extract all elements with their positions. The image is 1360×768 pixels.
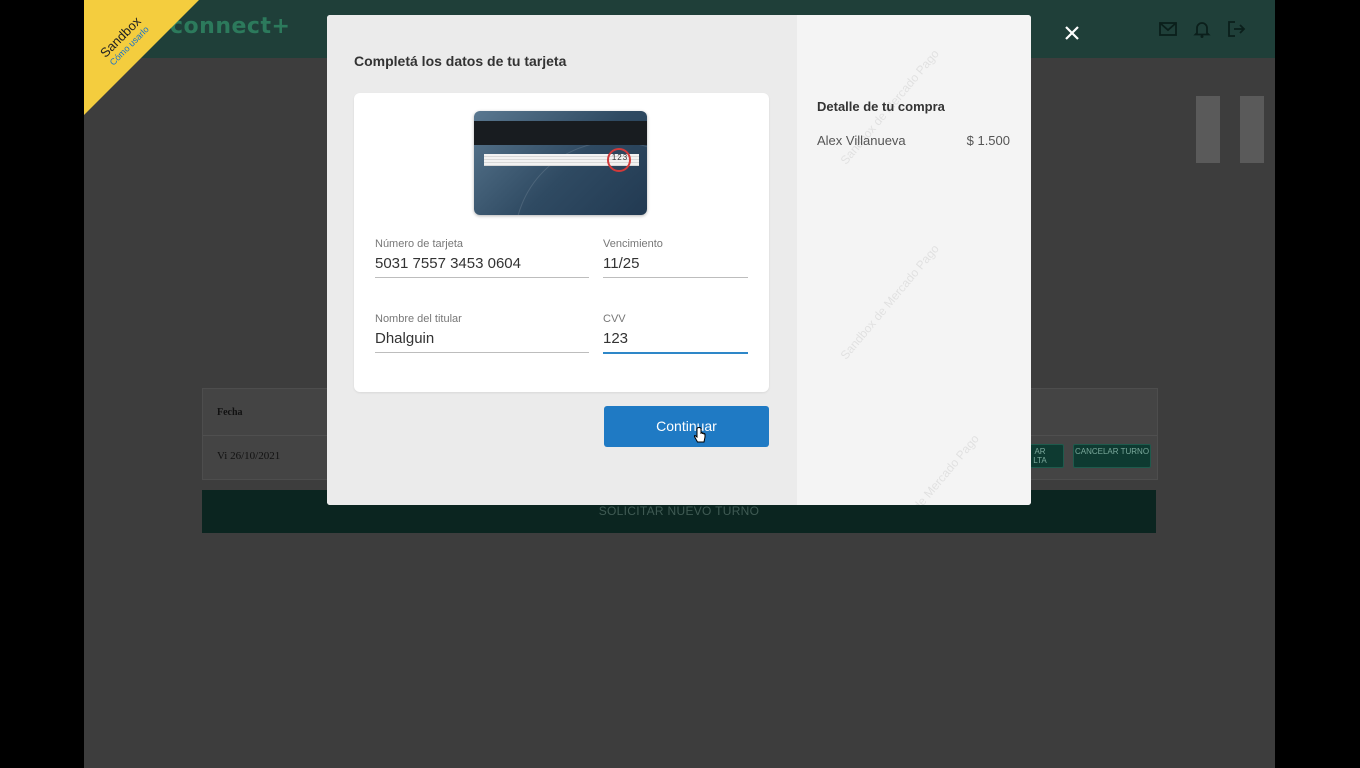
card-form: 123 Número de tarjeta 5031 7557 3453 060…: [354, 93, 769, 392]
cell-date: Vi 26/10/2021: [217, 450, 281, 462]
expiry-field[interactable]: Vencimiento 11/25: [603, 238, 748, 278]
hand-cursor-icon: [693, 427, 706, 443]
mail-icon[interactable]: [1158, 19, 1178, 39]
summary-item-amount: $ 1.500: [966, 133, 1010, 148]
card-number-input[interactable]: 5031 7557 3453 0604: [375, 255, 589, 278]
holder-name-input[interactable]: Dhalguin: [375, 330, 589, 353]
card-number-label: Número de tarjeta: [375, 238, 464, 250]
magnetic-stripe: [474, 121, 647, 145]
card-back-illustration: 123: [474, 111, 647, 215]
expiry-label: Vencimiento: [603, 238, 663, 250]
logout-icon[interactable]: [1226, 19, 1246, 39]
card-sample-cvv: 123: [611, 153, 629, 162]
sandbox-ribbon: Sandbox Cómo usarlo: [84, 0, 204, 120]
card-form-panel: Completá los datos de tu tarjeta 123 Núm…: [327, 15, 797, 505]
sandbox-watermark: Sandbox de Mercado Pago: [837, 241, 942, 363]
column-header-date: Fecha: [217, 407, 243, 418]
purchase-summary-panel: Sandbox de Mercado Pago Sandbox de Merca…: [797, 15, 1031, 505]
holder-name-label: Nombre del titular: [375, 313, 462, 325]
expiry-input[interactable]: 11/25: [603, 255, 748, 278]
cvv-label: CVV: [603, 313, 626, 325]
card-number-field[interactable]: Número de tarjeta 5031 7557 3453 0604: [375, 238, 589, 278]
holder-name-field[interactable]: Nombre del titular Dhalguin: [375, 313, 589, 353]
summary-title: Detalle de tu compra: [817, 99, 945, 114]
cvv-input[interactable]: 123: [603, 330, 748, 354]
form-title: Completá los datos de tu tarjeta: [354, 53, 567, 69]
bell-icon[interactable]: [1192, 19, 1212, 39]
continue-button[interactable]: Continuar: [604, 406, 769, 447]
cancel-appointment-button[interactable]: CANCELAR TURNO: [1073, 444, 1151, 468]
cvv-field[interactable]: CVV 123: [603, 313, 748, 354]
summary-item-name: Alex Villanueva: [817, 133, 906, 148]
close-icon[interactable]: [1061, 22, 1083, 44]
payment-modal: Completá los datos de tu tarjeta 123 Núm…: [327, 15, 1031, 505]
sandbox-watermark: Sandbox de Mercado Pago: [877, 431, 982, 505]
